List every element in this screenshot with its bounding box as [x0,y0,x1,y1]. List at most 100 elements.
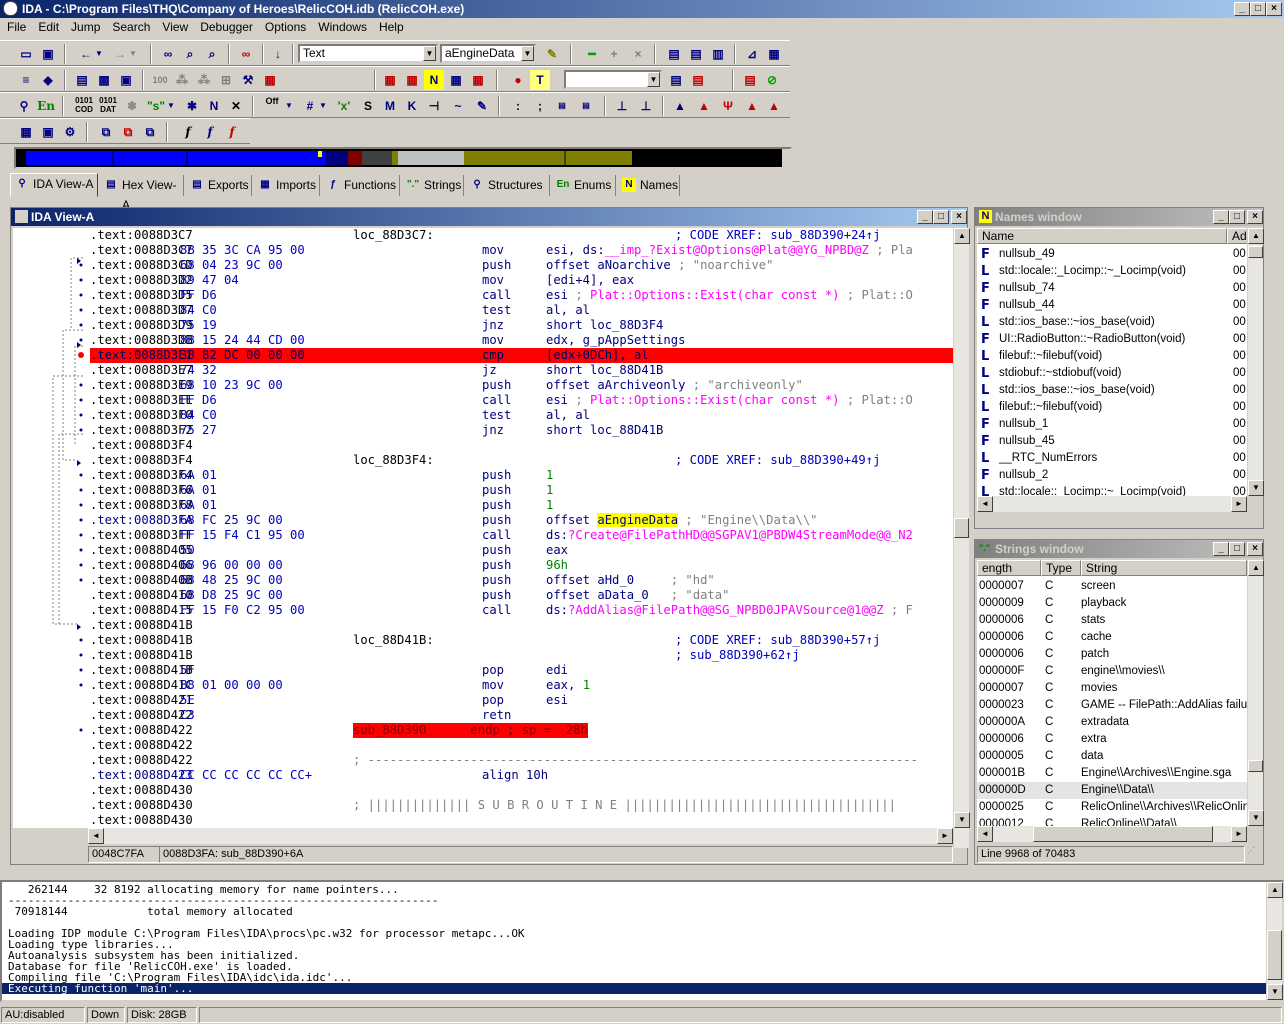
scroll-left-icon[interactable]: ◄ [977,826,993,842]
chevron-down-icon[interactable]: ▼ [647,72,660,87]
code-line[interactable]: .text:0088D3D5 FF D6 call esi ; Plat::Optio… [90,288,953,303]
menu-windows[interactable]: Windows [313,18,372,36]
wrench-icon[interactable]: ⚒ [238,70,258,90]
fork-icon[interactable]: Ψ [718,96,738,116]
code-line[interactable]: .text:0088D3F2 75 27 jnz short loc_88D41B [90,423,953,438]
names-row[interactable]: Lstd::ios_base::~ios_base(void) 00 [977,314,1247,331]
strings-row[interactable]: 0000009 Cplayback [977,595,1247,612]
split-horizontal-icon[interactable]: ▤ [686,44,706,64]
scroll-right-icon[interactable]: ► [1231,496,1247,512]
tree-red3-icon[interactable]: ▲ [764,96,784,116]
forward-icon[interactable]: → [110,44,130,64]
edit-icon[interactable]: ✎ [472,96,492,116]
chevron-down-icon[interactable]: ▼ [94,44,104,64]
scroll-up-icon[interactable]: ▲ [954,228,970,244]
negate-icon[interactable]: ⊣ [424,96,444,116]
tab-hex-view[interactable]: ▤ Hex View-A [100,175,184,212]
window-icon[interactable]: ▤ [664,44,684,64]
scroll-up-icon[interactable]: ▲ [1248,560,1264,576]
func2-icon[interactable]: ▤ [576,96,596,116]
tree-icon[interactable]: ⁂ [172,70,192,90]
menu-edit[interactable]: Edit [33,18,64,36]
tab-imports[interactable]: ▦ Imports [254,175,320,196]
scroll-thumb[interactable] [1267,930,1282,980]
code-line[interactable]: .text:0088D3E9 68 10 23 9C 00 push offset a… [90,378,953,393]
code-line[interactable]: .text:0088D40B 68 48 25 9C 00 push offset a… [90,573,953,588]
names-row[interactable]: Lfilebuf::~filebuf(void) 00 [977,348,1247,365]
cpu-icon[interactable]: ▣ [38,122,58,142]
code-line[interactable]: .text:0088D422 [90,738,953,753]
paste-icon[interactable]: ▤ [688,70,708,90]
grid-icon[interactable]: ▦ [764,44,784,64]
code-line[interactable]: .text:0088D3FA 68 FC 25 9C 00 push offset a… [90,513,953,528]
maximize-button[interactable]: □ [1229,210,1245,224]
code-line[interactable]: .text:0088D3F0 84 C0 test al, al [90,408,953,423]
doc-icon[interactable]: ▤ [72,70,92,90]
minus-icon[interactable]: ━ [582,44,602,64]
struct3-icon[interactable]: ▦ [446,70,466,90]
graph-icon[interactable]: ⊿ [742,44,762,64]
ida-vertical-scrollbar[interactable]: ▲ ▼ [953,228,970,848]
code-line[interactable]: .text:0088D3F4 6A 01 push 1 [90,468,953,483]
cross-icon[interactable]: ✕ [226,96,246,116]
code-line[interactable]: .text:0088D430 [90,813,953,828]
undefine-icon[interactable]: ❄ [122,96,142,116]
code-line[interactable]: .text:0088D3F4 loc_88D3F4: ; CODE XREF: su… [90,453,953,468]
menu-view[interactable]: View [157,18,193,36]
names-row[interactable]: L __RTC_NumErrors 00 [977,450,1247,467]
mode-combo[interactable]: Text ▼ [298,44,438,63]
person-icon[interactable]: ⚲ [14,96,34,116]
struct-icon[interactable]: ▦ [380,70,400,90]
settings-icon[interactable]: ⚙ [60,122,80,142]
strings-list[interactable]: ength Type String 0000007 Cscreen 0000009 C… [977,560,1247,826]
resize-grip-icon[interactable]: ⋰ [1247,846,1261,862]
code-line[interactable]: .text:0088D422 sub_88D390 endp ; sp = 28h [90,723,953,738]
code-line[interactable]: .text:0088D3D9 75 19 jnz short loc_88D3F4 [90,318,953,333]
code-line[interactable]: .text:0088D41B loc_88D41B: ; CODE XREF: su… [90,633,953,648]
names-horizontal-scrollbar[interactable]: ◄ ► [977,496,1247,512]
colon-icon[interactable]: : [508,96,528,116]
names-row[interactable]: Fnullsub_2 00 [977,467,1247,484]
back-icon[interactable]: ← [76,44,96,64]
code-line[interactable]: .text:0088D422 ; ------------------------… [90,753,953,768]
text-icon[interactable]: T [530,70,550,90]
plus-icon[interactable]: + [604,44,624,64]
binoculars-icon[interactable]: ∞ [158,44,178,64]
no-icon[interactable]: ⊘ [762,70,782,90]
code-line[interactable]: .text:0088D421 5E pop esi [90,693,953,708]
strings-row[interactable]: 0000006 Cpatch [977,646,1247,663]
ida-horizontal-scrollbar[interactable]: ◄ ► [88,828,953,844]
code-line[interactable]: .text:0088D3E7 74 32 jz short loc_88D41B [90,363,953,378]
palette-icon[interactable]: ▦ [260,70,280,90]
names-row[interactable]: Lstd::locale::_Locimp::~_Locimp(void) 00 [977,263,1247,280]
chart-icon[interactable]: ⊥ [612,96,632,116]
output-vertical-scrollbar[interactable]: ▲ ▼ [1266,882,1283,1000]
tab-enums[interactable]: En Enums [552,175,616,196]
minimize-button[interactable]: _ [1234,2,1250,16]
names-row[interactable]: Fnullsub_74 00 [977,280,1247,297]
semicolon-icon[interactable]: ; [530,96,550,116]
minimize-button[interactable]: _ [917,210,933,224]
chevron-down-icon[interactable]: ▼ [128,44,138,64]
close-button[interactable]: × [1247,210,1263,224]
menu-search[interactable]: Search [107,18,155,36]
strings-horizontal-scrollbar[interactable]: ◄ ► [977,826,1247,842]
maximize-button[interactable]: □ [933,210,949,224]
offset-icon[interactable]: Off [262,96,282,116]
maximize-button[interactable]: □ [1229,542,1245,556]
strings-row[interactable]: 000000F Cengine\\movies\\ [977,663,1247,680]
bitwise-icon[interactable]: ~ [448,96,468,116]
chevron-down-icon[interactable]: ▼ [521,46,534,61]
strings-row[interactable]: 0000007 Cmovies [977,680,1247,697]
disassembly-listing[interactable]: .text:0088D3C7 loc_88D3C7: ; CODE XREF: su… [13,228,953,828]
char-icon[interactable]: 'x' [334,96,354,116]
asterisk-icon[interactable]: ✱ [182,96,202,116]
names-vertical-scrollbar[interactable]: ▲ ▼ [1247,228,1264,496]
names-col-addr[interactable]: Ad [1227,228,1247,244]
code-line[interactable]: .text:0088D3EE FF D6 call esi ; Plat::Optio… [90,393,953,408]
calculator-icon[interactable]: ▦ [16,122,36,142]
tab-structures[interactable]: ⚲ Structures [466,175,550,196]
tree2-icon[interactable]: ⁂ [194,70,214,90]
chart2-icon[interactable]: ⊥ [636,96,656,116]
strings-row[interactable]: 0000006 Ccache [977,629,1247,646]
